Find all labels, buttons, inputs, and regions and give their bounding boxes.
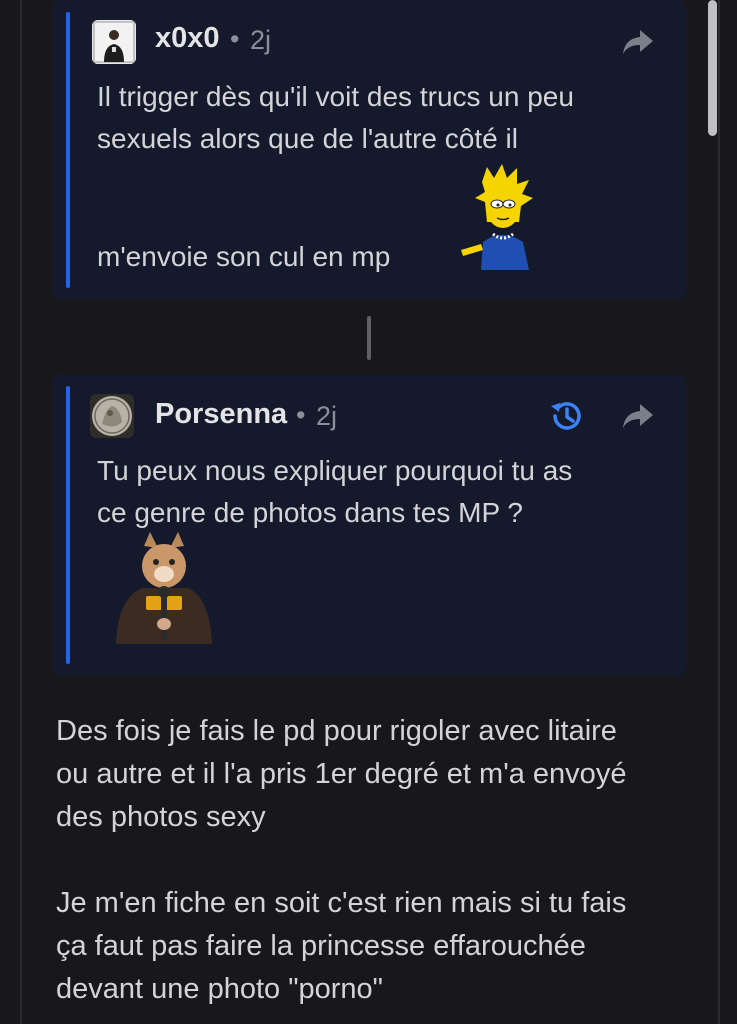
cat-reporter-sticker-image (112, 532, 216, 644)
scrollbar-thumb[interactable] (708, 0, 717, 136)
post-time: 2j (250, 25, 272, 55)
quote-line: sexuels alors que de l'autre côté il (97, 123, 518, 154)
message-line: ou autre et il l'a pris 1er degré et m'a… (56, 758, 627, 790)
quote-line: m'envoie son cul en mp (97, 241, 391, 272)
separator-dot: • (230, 24, 240, 54)
separator-dot: • (296, 400, 306, 430)
share-arrow-icon[interactable] (620, 398, 656, 434)
right-border (718, 0, 720, 1024)
quote-card-x0x0: x0x0 • 2j Il trigger dès qu'il voit des … (52, 0, 686, 300)
message-line: ça faut pas faire la princesse effarouch… (56, 930, 586, 962)
quote-accent-bar (66, 12, 70, 288)
author-name[interactable]: Porsenna (155, 398, 287, 431)
message-line: Je m'en fiche en soit c'est rien mais si… (56, 887, 627, 919)
message-line: devant une photo "porno" (56, 973, 383, 1005)
lisa-sticker-image (457, 162, 547, 270)
author-name[interactable]: x0x0 (155, 22, 220, 55)
history-icon[interactable] (548, 398, 584, 434)
avatar[interactable] (92, 20, 136, 64)
post-time: 2j (316, 401, 338, 431)
quote-line: ce genre de photos dans tes MP ? (97, 497, 523, 528)
share-arrow-icon[interactable] (620, 24, 656, 60)
left-border (20, 0, 22, 1024)
thread-separator (367, 316, 371, 360)
quote-accent-bar (66, 386, 70, 664)
message-line: Des fois je fais le pd pour rigoler avec… (56, 715, 617, 747)
avatar[interactable] (90, 394, 134, 438)
message-line: des photos sexy (56, 801, 266, 833)
quote-line: Tu peux nous expliquer pourquoi tu as (97, 455, 573, 486)
forum-thread-view: x0x0 • 2j Il trigger dès qu'il voit des … (0, 0, 737, 1024)
quote-card-porsenna: Porsenna • 2j Tu peux nous expliquer pou… (52, 374, 686, 676)
quote-line: Il trigger dès qu'il voit des trucs un p… (97, 81, 574, 112)
